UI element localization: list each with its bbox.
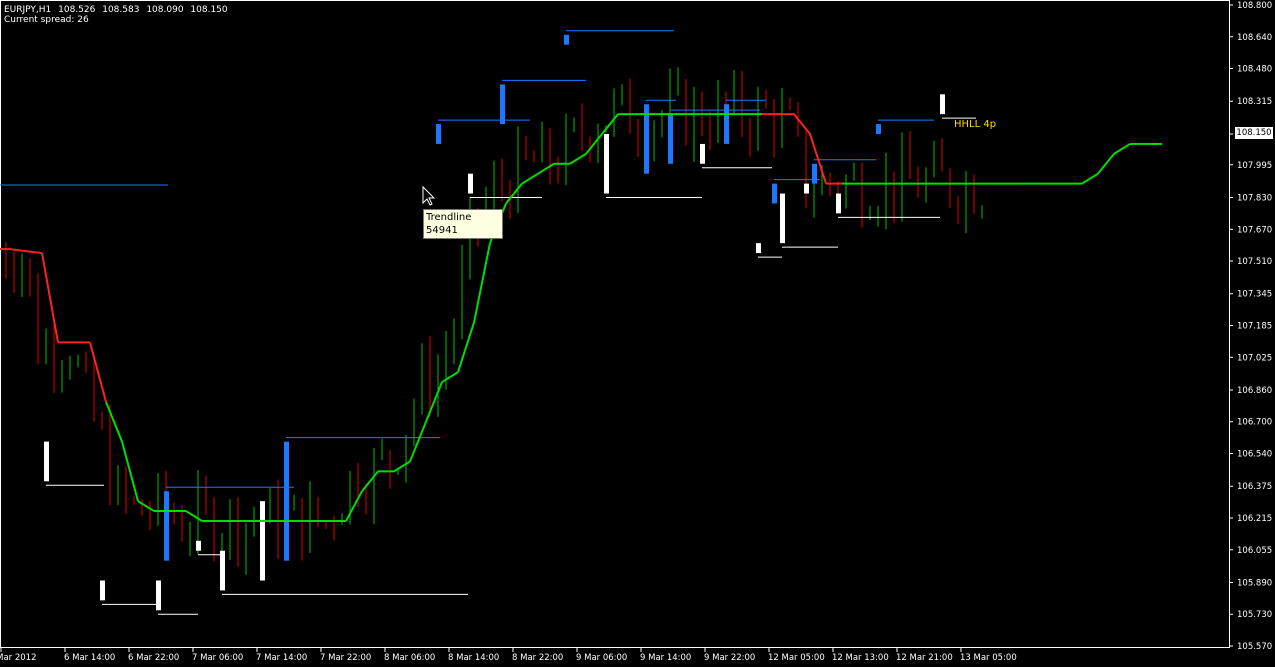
price-chart[interactable]: 108.800 108.640 108.480 108.315 108.150 107.9…: [0, 0, 1275, 667]
trailing-line-segment: [425, 381, 443, 423]
trailing-line-segment: [9, 248, 27, 253]
trailing-line-segment: [585, 133, 603, 155]
ll-candle-body: [260, 501, 265, 581]
ll-candle-body: [220, 550, 225, 591]
trailing-line-segment: [89, 342, 107, 403]
y-tick-label: 105.890: [1237, 578, 1272, 588]
hh-candle-body: [500, 84, 505, 125]
x-tick-label: 7 Mar 14:00: [256, 653, 307, 663]
trailing-line-segment: [601, 113, 619, 135]
hh-candle-body: [436, 124, 441, 144]
hhll-indicator-label: HHLL 4p: [954, 119, 997, 130]
x-tick-label: 9 Mar 22:00: [704, 653, 755, 663]
trendline-tooltip: Trendline 54941 108.770: [423, 209, 503, 249]
tooltip-value: 108.770: [426, 238, 468, 249]
trailing-line-segment: [569, 152, 587, 165]
y-tick-label: 106.700: [1237, 418, 1272, 428]
trailing-line-segment: [137, 500, 155, 512]
mouse-cursor-icon: [422, 185, 436, 206]
y-tick-label: 108.480: [1237, 65, 1272, 75]
y-tick-label: 107.830: [1237, 193, 1272, 203]
x-tick-label: 8 Mar 22:00: [512, 653, 563, 663]
plot-frame: [0, 0, 1230, 648]
hh-candle-body: [564, 34, 569, 45]
trailing-line-segment: [521, 172, 539, 185]
y-tick-label: 108.800: [1237, 1, 1272, 11]
y-tick-label: 106.375: [1237, 482, 1272, 492]
x-tick-label: 6 Mar 2012: [0, 653, 36, 663]
trailing-line-segment: [537, 162, 555, 175]
ll-candle-body: [604, 133, 609, 194]
y-tick-label: 106.055: [1237, 546, 1272, 556]
x-tick-label: 7 Mar 06:00: [192, 653, 243, 663]
trailing-line-segment: [41, 252, 59, 343]
hh-candle-body: [284, 441, 289, 561]
trailing-line-segment: [25, 250, 43, 255]
y-tick-label: 107.995: [1237, 161, 1272, 171]
x-tick-label: 12 Mar 21:00: [896, 653, 953, 663]
trailing-line-segment: [393, 460, 411, 473]
y-tick-label: 107.670: [1237, 225, 1272, 235]
hh-candle-body: [668, 114, 673, 164]
trailing-line-segment: [361, 470, 379, 492]
trailing-line-segment: [1097, 153, 1115, 175]
x-tick-label: 9 Mar 14:00: [640, 653, 691, 663]
x-tick-label: 8 Mar 14:00: [448, 653, 499, 663]
y-tick-label: 105.570: [1237, 642, 1272, 652]
y-tick-label: 105.730: [1237, 610, 1272, 620]
current-price-tag: 108.150: [1235, 127, 1273, 139]
trailing-line-segment: [457, 322, 475, 373]
tooltip-name: Trendline 54941: [426, 212, 472, 236]
x-tick-label: 9 Mar 06:00: [576, 653, 627, 663]
ll-candle-body: [44, 441, 49, 482]
ll-candle-body: [780, 193, 785, 244]
ll-candle-body: [156, 580, 161, 611]
ll-candle-body: [196, 540, 201, 551]
y-tick-label: 108.640: [1237, 33, 1272, 43]
trailing-line-segment: [793, 113, 811, 135]
hh-candle-body: [724, 104, 729, 144]
trailing-line-segment: [409, 421, 427, 462]
trailing-line-segment: [441, 371, 459, 383]
trailing-line-segment: [1081, 172, 1099, 185]
x-tick-label: 12 Mar 13:00: [832, 653, 889, 663]
ll-candle-body: [700, 143, 705, 164]
x-tick-label: 6 Mar 22:00: [128, 653, 179, 663]
y-tick-label: 106.540: [1237, 450, 1272, 460]
y-tick-label: 107.345: [1237, 290, 1272, 300]
y-tick-label: 107.185: [1237, 322, 1272, 332]
x-tick-label: 7 Mar 22:00: [320, 653, 371, 663]
y-tick-label: 108.315: [1237, 97, 1272, 107]
trailing-line-segment: [1113, 143, 1131, 155]
ll-candle-body: [468, 173, 473, 194]
ll-candle-body: [836, 193, 841, 214]
x-tick-label: 13 Mar 05:00: [960, 653, 1017, 663]
ll-candle-body: [804, 183, 809, 194]
x-tick-label: 12 Mar 05:00: [768, 653, 825, 663]
hh-candle-body: [164, 491, 169, 561]
trailing-line-segment: [505, 182, 523, 205]
y-tick-label: 107.510: [1237, 257, 1272, 267]
hh-candle-body: [772, 183, 777, 204]
ll-candle-body: [100, 580, 105, 601]
trailing-line-segment: [473, 242, 491, 323]
trailing-line-segment: [185, 510, 203, 522]
trailing-line-segment: [121, 441, 139, 502]
hh-candle-body: [812, 163, 817, 184]
x-tick-label: 8 Mar 06:00: [384, 653, 435, 663]
ll-candle-body: [756, 243, 761, 254]
hh-candle-body: [876, 124, 881, 134]
trailing-line-segment: [345, 490, 363, 522]
y-tick-label: 107.025: [1237, 353, 1272, 363]
trailing-line-segment: [105, 401, 123, 442]
x-tick-label: 6 Mar 14:00: [64, 653, 115, 663]
y-tick-label: 106.860: [1237, 386, 1272, 396]
ll-candle-body: [940, 94, 945, 115]
y-tick-label: 106.215: [1237, 514, 1272, 524]
